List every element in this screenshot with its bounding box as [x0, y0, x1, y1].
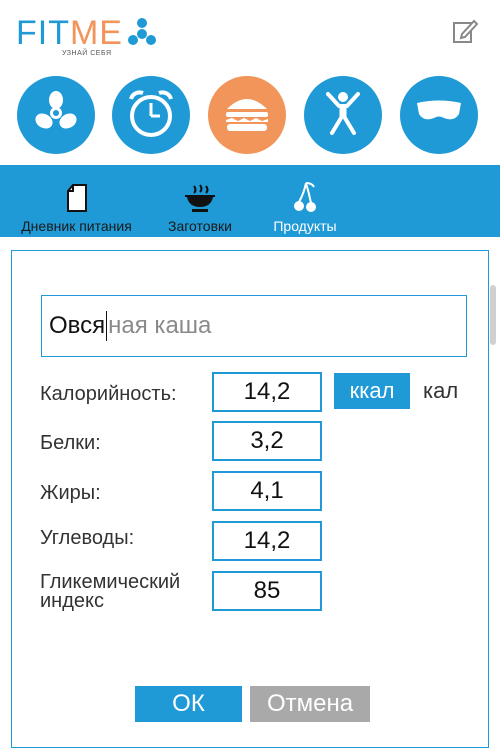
fat-label: Жиры:: [40, 482, 101, 504]
tab-products[interactable]: Продукты: [265, 165, 345, 237]
sleep-mask-icon: [414, 98, 464, 133]
carbs-label: Углеводы:: [40, 527, 135, 549]
cherries-icon: [292, 177, 318, 213]
glycemic-index-field[interactable]: 85: [212, 571, 322, 611]
protein-label: Белки:: [40, 432, 101, 454]
nav-food-button[interactable]: [208, 76, 286, 154]
tab-products-label: Продукты: [273, 218, 337, 234]
product-name-suggestion: ная каша: [108, 312, 212, 339]
fan-icon: [32, 89, 80, 142]
fan-logo-icon: [126, 16, 158, 53]
tab-preparations-label: Заготовки: [168, 218, 232, 234]
ok-button[interactable]: ОК: [135, 686, 242, 722]
burger-icon: [222, 93, 272, 138]
product-name-typed: Овся: [49, 312, 106, 339]
cancel-button[interactable]: Отмена: [250, 686, 370, 722]
product-name-input[interactable]: Овся ная каша: [41, 295, 467, 357]
carbs-field[interactable]: 14,2: [212, 521, 322, 561]
nav-activity-button[interactable]: [304, 76, 382, 154]
logo: FITME: [16, 14, 158, 53]
diary-tabbar: Дневник питания Заготовки Продукты: [0, 165, 500, 237]
dish-icon: [184, 177, 216, 213]
text-caret: [106, 311, 108, 341]
app-header: FITME УЗНАЙ СЕБЯ: [0, 0, 500, 165]
unit-kcal-button[interactable]: ккал: [334, 373, 410, 409]
tab-preparations[interactable]: Заготовки: [160, 165, 240, 237]
tagline: УЗНАЙ СЕБЯ: [62, 50, 112, 57]
calories-label: Калорийность:: [40, 383, 177, 405]
calories-field[interactable]: 14,2: [212, 372, 322, 412]
nav-fan-button[interactable]: [17, 76, 95, 154]
nav-sleep-button[interactable]: [400, 76, 478, 154]
fat-field[interactable]: 4,1: [212, 471, 322, 511]
logo-fit-text: FIT: [16, 14, 70, 52]
tab-food-diary-label: Дневник питания: [21, 218, 132, 234]
glycemic-index-label: Гликемический индекс: [40, 572, 180, 612]
glycemic-index-label-line2: индекс: [40, 590, 104, 612]
document-icon: [66, 177, 88, 213]
edit-icon[interactable]: [452, 18, 479, 44]
unit-cal-button[interactable]: кал: [423, 373, 458, 409]
logo-me-text: ME: [69, 14, 123, 52]
jumping-person-icon: [320, 88, 366, 143]
nav-alarm-button[interactable]: [112, 76, 190, 154]
protein-field[interactable]: 3,2: [212, 421, 322, 461]
product-edit-dialog: Овся ная каша Калорийность: 14,2 ккал кал…: [11, 250, 489, 748]
alarm-clock-icon: [125, 87, 177, 144]
scrollbar[interactable]: [490, 285, 496, 345]
tab-food-diary[interactable]: Дневник питания: [14, 165, 139, 237]
section-nav: [0, 76, 500, 156]
